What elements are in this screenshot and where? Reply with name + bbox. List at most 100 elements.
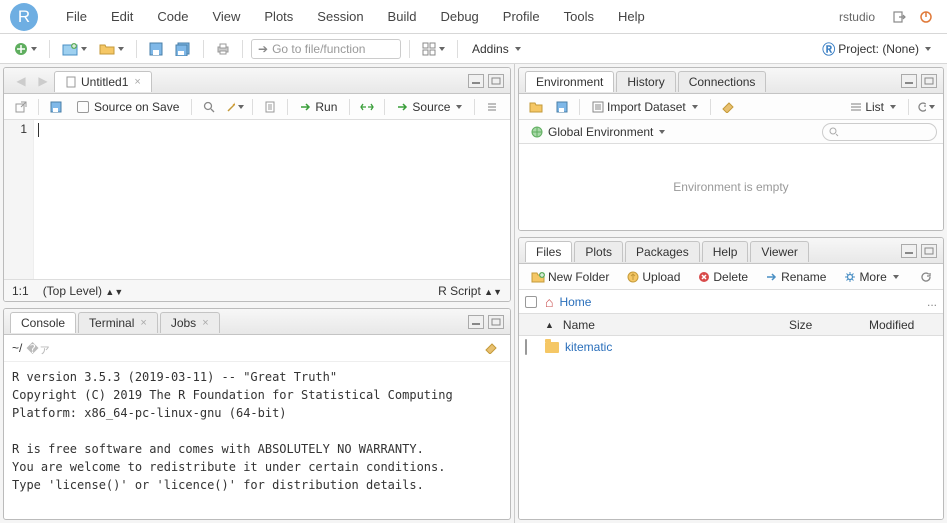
save-all-button[interactable] <box>171 40 195 58</box>
file-row[interactable]: kitematic <box>519 336 943 358</box>
save-workspace-icon[interactable] <box>553 98 571 116</box>
menu-build[interactable]: Build <box>378 5 427 28</box>
refresh-files-icon[interactable] <box>917 268 935 286</box>
compile-report-icon[interactable] <box>261 98 279 116</box>
rename-icon <box>766 272 778 282</box>
maximize-pane-button[interactable] <box>921 74 937 88</box>
path-more-icon[interactable]: ... <box>927 295 937 309</box>
code-editor[interactable]: 1 <box>4 120 510 279</box>
logout-icon[interactable] <box>891 8 909 26</box>
menu-profile[interactable]: Profile <box>493 5 550 28</box>
upload-button[interactable]: Upload <box>621 268 686 286</box>
list-view-button[interactable]: List <box>844 98 902 116</box>
nav-forward-icon[interactable]: ▶ <box>34 72 52 90</box>
console-tabbar: Console Terminal× Jobs× <box>4 309 510 335</box>
wand-icon[interactable] <box>226 98 244 116</box>
menu-edit[interactable]: Edit <box>101 5 143 28</box>
popout-icon[interactable] <box>12 98 30 116</box>
col-name[interactable]: ▲Name <box>539 318 783 332</box>
row-checkbox[interactable] <box>525 339 527 355</box>
tab-terminal[interactable]: Terminal× <box>78 312 158 333</box>
tab-environment[interactable]: Environment <box>525 71 614 92</box>
new-folder-button[interactable]: New Folder <box>525 268 615 286</box>
menu-view[interactable]: View <box>202 5 250 28</box>
more-button[interactable]: More <box>838 268 904 286</box>
new-project-button[interactable] <box>58 40 91 58</box>
source-on-save-checkbox[interactable]: Source on Save <box>71 98 185 116</box>
cursor-position: 1:1 <box>12 284 29 298</box>
goto-file-input[interactable]: ➔Go to file/function <box>251 39 401 59</box>
find-icon[interactable] <box>200 98 218 116</box>
minimize-pane-button[interactable] <box>468 315 484 329</box>
tab-jobs[interactable]: Jobs× <box>160 312 220 333</box>
minimize-pane-button[interactable] <box>901 74 917 88</box>
minimize-pane-button[interactable] <box>468 74 484 88</box>
menu-help[interactable]: Help <box>608 5 655 28</box>
search-icon <box>829 127 839 137</box>
run-button[interactable]: Run <box>294 98 343 116</box>
source-tab-untitled[interactable]: Untitled1 × <box>54 71 152 92</box>
clear-env-icon[interactable] <box>719 98 737 116</box>
scope-selector[interactable]: (Top Level) ▲▼ <box>43 284 124 298</box>
env-scope-selector[interactable]: Global Environment <box>525 123 671 141</box>
app-name: rstudio <box>839 10 875 24</box>
menu-tools[interactable]: Tools <box>554 5 604 28</box>
menu-code[interactable]: Code <box>147 5 198 28</box>
maximize-pane-button[interactable] <box>488 315 504 329</box>
minimize-pane-button[interactable] <box>901 244 917 258</box>
menu-debug[interactable]: Debug <box>430 5 488 28</box>
env-search[interactable] <box>822 123 937 141</box>
close-icon[interactable]: × <box>202 317 208 329</box>
close-icon[interactable]: × <box>140 317 146 329</box>
save-source-icon[interactable] <box>47 98 65 116</box>
rename-button[interactable]: Rename <box>760 268 832 286</box>
menu-session[interactable]: Session <box>307 5 373 28</box>
tab-viewer[interactable]: Viewer <box>750 241 808 262</box>
refresh-env-icon[interactable] <box>917 98 935 116</box>
tab-files[interactable]: Files <box>525 241 572 262</box>
open-file-button[interactable] <box>95 41 128 57</box>
maximize-pane-button[interactable] <box>488 74 504 88</box>
save-button[interactable] <box>145 40 167 58</box>
close-tab-icon[interactable]: × <box>134 76 140 88</box>
project-menu[interactable]: ⓇProject: (None) <box>816 37 937 60</box>
nav-back-icon[interactable]: ◀ <box>12 72 30 90</box>
addins-button[interactable]: Addins <box>466 40 527 58</box>
maximize-pane-button[interactable] <box>921 244 937 258</box>
tab-console[interactable]: Console <box>10 312 76 333</box>
menu-plots[interactable]: Plots <box>254 5 303 28</box>
language-selector[interactable]: R Script ▲▼ <box>438 284 502 298</box>
import-icon <box>592 101 604 113</box>
load-workspace-icon[interactable] <box>527 98 545 116</box>
tab-history[interactable]: History <box>616 71 675 92</box>
folder-icon <box>545 342 559 353</box>
console-output[interactable]: R version 3.5.3 (2019-03-11) -- "Great T… <box>4 362 510 519</box>
outline-icon[interactable] <box>483 98 501 116</box>
delete-button[interactable]: Delete <box>692 268 754 286</box>
tab-plots[interactable]: Plots <box>574 241 623 262</box>
tab-packages[interactable]: Packages <box>625 241 700 262</box>
rerun-icon[interactable] <box>358 98 376 116</box>
env-tabbar: Environment History Connections <box>519 68 943 94</box>
grid-button[interactable] <box>418 40 449 58</box>
print-button[interactable] <box>212 40 234 58</box>
clear-console-icon[interactable] <box>482 339 500 357</box>
file-name-link[interactable]: kitematic <box>565 340 612 354</box>
home-icon[interactable]: ⌂ <box>545 294 553 310</box>
power-icon[interactable] <box>917 8 935 26</box>
menu-file[interactable]: File <box>56 5 97 28</box>
breadcrumb-home[interactable]: Home <box>559 295 591 309</box>
expand-path-icon[interactable]: �ァ <box>26 340 50 357</box>
col-modified[interactable]: Modified <box>863 318 943 332</box>
select-all-checkbox[interactable] <box>525 296 537 308</box>
col-size[interactable]: Size <box>783 318 863 332</box>
tab-connections[interactable]: Connections <box>678 71 767 92</box>
delete-icon <box>698 271 710 283</box>
import-dataset-button[interactable]: Import Dataset <box>586 98 704 116</box>
list-icon <box>850 102 862 112</box>
files-tabbar: Files Plots Packages Help Viewer <box>519 238 943 264</box>
new-file-button[interactable] <box>10 40 41 58</box>
source-button[interactable]: Source <box>391 98 468 116</box>
document-icon <box>65 76 77 88</box>
tab-help[interactable]: Help <box>702 241 749 262</box>
